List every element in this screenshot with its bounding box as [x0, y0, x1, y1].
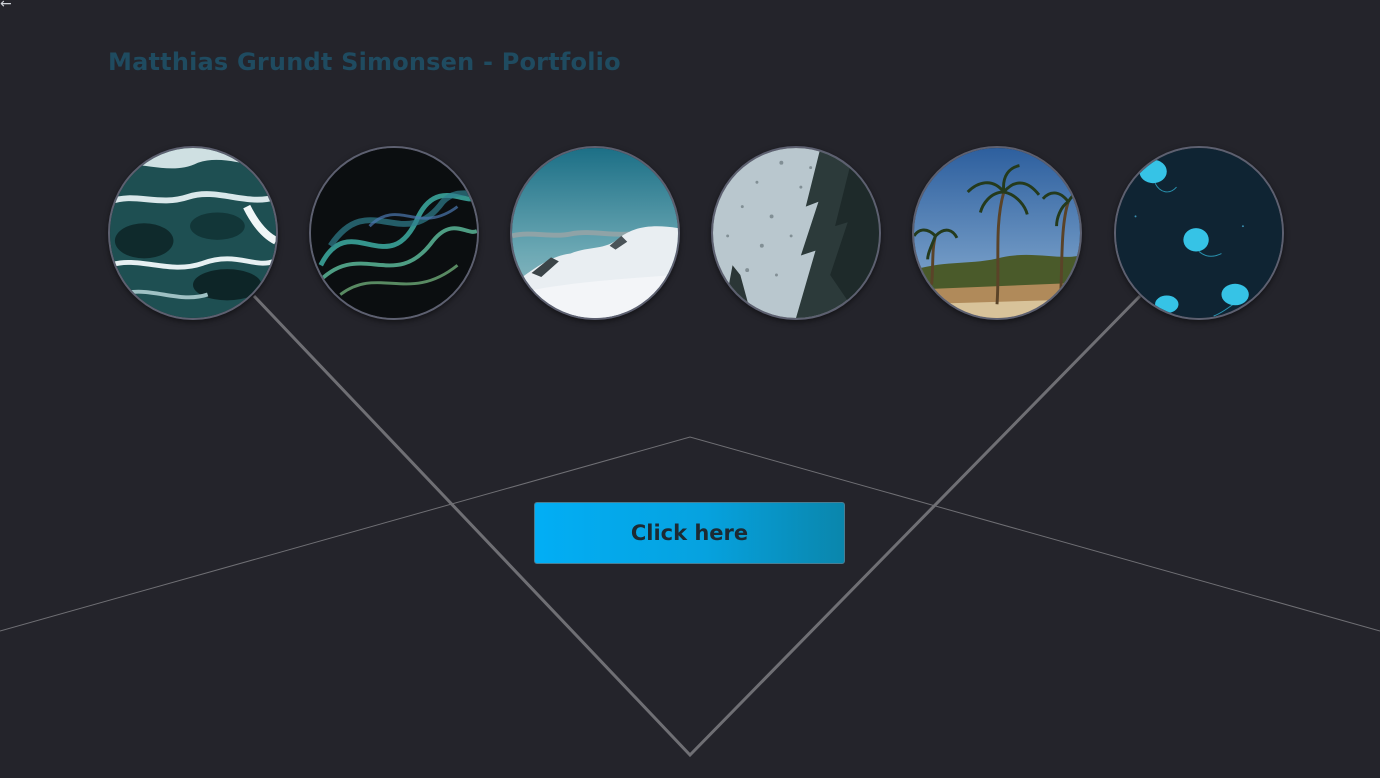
- click-here-button[interactable]: Click here: [534, 502, 845, 564]
- gallery-image-ocean[interactable]: [108, 146, 278, 320]
- decorative-lines: [0, 294, 1380, 758]
- portfolio-page: ← Matthias Grundt Simonsen - Portfolio C…: [0, 0, 1380, 778]
- gallery-image-mountain[interactable]: [510, 146, 680, 320]
- gallery-image-jellyfish[interactable]: [1114, 146, 1284, 320]
- rain-photo-icon: [713, 148, 879, 318]
- mountain-photo-icon: [512, 148, 678, 318]
- ocean-photo-icon: [110, 148, 276, 318]
- gallery-image-smoke[interactable]: [309, 146, 479, 320]
- gallery-image-palms[interactable]: [912, 146, 1082, 320]
- jellyfish-photo-icon: [1116, 148, 1282, 318]
- palm-photo-icon: [914, 148, 1080, 318]
- smoke-photo-icon: [311, 148, 477, 318]
- gallery-image-rain[interactable]: [711, 146, 881, 320]
